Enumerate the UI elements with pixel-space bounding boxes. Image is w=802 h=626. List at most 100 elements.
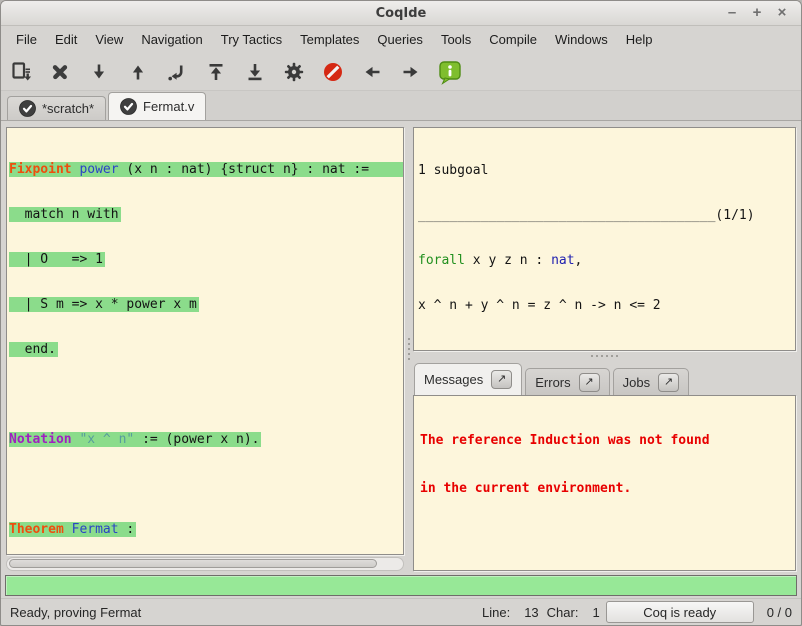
code-keyword: Fixpoint [9, 162, 72, 177]
menu-queries[interactable]: Queries [368, 27, 432, 52]
code-string: "x ^ n" [79, 432, 134, 447]
restart-button[interactable] [202, 58, 229, 85]
menubar: File Edit View Navigation Try Tactics Te… [1, 26, 801, 53]
tab-errors[interactable]: Errors ↗ [525, 368, 609, 395]
goto-end-button[interactable] [241, 58, 268, 85]
close-icon[interactable]: × [773, 4, 791, 22]
interrupt-button[interactable] [319, 58, 346, 85]
restart-icon [204, 60, 228, 84]
menu-navigation[interactable]: Navigation [132, 27, 211, 52]
previous-icon [360, 60, 384, 84]
progress-bar [5, 575, 797, 596]
script-editor[interactable]: Fixpoint power (x n : nat) {struct n} : … [6, 127, 404, 555]
tab-label: Messages [424, 372, 483, 387]
tab-jobs[interactable]: Jobs ↗ [613, 368, 689, 395]
document-tabbar: *scratch* Fermat.v [1, 91, 801, 120]
interrupt-icon [321, 60, 345, 84]
fully-check-icon [282, 60, 306, 84]
minimize-icon[interactable]: – [723, 4, 741, 22]
detach-button[interactable]: ↗ [491, 370, 512, 389]
statusbar: Ready, proving Fermat Line: 13 Char: 1 C… [1, 598, 801, 625]
menu-try-tactics[interactable]: Try Tactics [212, 27, 291, 52]
tab-fermat[interactable]: Fermat.v [108, 92, 206, 120]
message-tabbar: Messages ↗ Errors ↗ Jobs ↗ [413, 360, 796, 395]
check-icon [120, 98, 137, 115]
previous-button[interactable] [358, 58, 385, 85]
scrollbar-thumb[interactable] [9, 559, 377, 568]
step-forward-button[interactable] [85, 58, 112, 85]
menu-tools[interactable]: Tools [432, 27, 480, 52]
goal-statement: x ^ n + y ^ n = z ^ n -> n <= 2 [418, 298, 791, 313]
coq-status-label: Coq is ready [643, 605, 716, 620]
toolbar [1, 53, 801, 91]
maximize-icon[interactable]: + [748, 4, 766, 22]
goto-cursor-icon [165, 60, 189, 84]
goal-counter: (1/1) [715, 208, 754, 223]
progress-row [1, 573, 801, 598]
step-backward-icon [126, 60, 150, 84]
main-area: Fixpoint power (x n : nat) {struct n} : … [1, 120, 801, 573]
status-right: Line: 13 Char: 1 Coq is ready 0 / 0 [482, 601, 792, 623]
close-icon [48, 60, 72, 84]
tab-label: Errors [535, 375, 570, 390]
menu-file[interactable]: File [7, 27, 46, 52]
script-pane: Fixpoint power (x n : nat) {struct n} : … [6, 127, 404, 571]
status-message: Ready, proving Fermat [10, 605, 482, 620]
goal-keyword: forall [418, 253, 465, 268]
tab-label: Fermat.v [143, 99, 194, 114]
error-message-line: in the current environment. [420, 481, 789, 497]
coqide-window: CoqIde – + × File Edit View Navigation T… [0, 0, 802, 626]
check-icon [19, 100, 36, 117]
detach-icon: ↗ [497, 374, 506, 385]
menu-templates[interactable]: Templates [291, 27, 368, 52]
proof-pane: 1 subgoal ______________________________… [413, 127, 796, 571]
step-backward-button[interactable] [124, 58, 151, 85]
detach-icon: ↗ [664, 377, 673, 388]
char-value: 1 [592, 605, 599, 620]
subgoal-count: 1 subgoal [418, 163, 791, 178]
tab-label: Jobs [623, 375, 650, 390]
save-button[interactable] [7, 58, 34, 85]
horizontal-scrollbar[interactable] [6, 557, 404, 571]
menu-view[interactable]: View [86, 27, 132, 52]
fully-check-button[interactable] [280, 58, 307, 85]
save-icon [9, 60, 33, 84]
goal-type: nat [551, 253, 574, 268]
close-buffer-button[interactable] [46, 58, 73, 85]
menu-help[interactable]: Help [617, 27, 662, 52]
menu-compile[interactable]: Compile [480, 27, 546, 52]
horizontal-splitter[interactable] [413, 351, 796, 360]
vertical-splitter[interactable] [404, 127, 413, 571]
menu-edit[interactable]: Edit [46, 27, 86, 52]
code-ident: Fermat [72, 522, 119, 537]
code-keyword: Theorem [9, 522, 64, 537]
tab-scratch[interactable]: *scratch* [7, 96, 106, 120]
menu-windows[interactable]: Windows [546, 27, 617, 52]
window-controls: – + × [723, 4, 801, 22]
detach-button[interactable]: ↗ [579, 373, 600, 392]
next-icon [399, 60, 423, 84]
code-ident: power [79, 162, 118, 177]
messages-panel: The reference Induction was not found in… [413, 395, 796, 571]
about-icon [437, 59, 463, 85]
step-forward-icon [87, 60, 111, 84]
titlebar[interactable]: CoqIde – + × [1, 1, 801, 26]
tab-label: *scratch* [42, 101, 94, 116]
error-message-line: The reference Induction was not found [420, 433, 789, 449]
line-label: Line: [482, 605, 510, 620]
goal-separator: ______________________________________ [418, 208, 715, 223]
goto-end-icon [243, 60, 267, 84]
goals-panel: 1 subgoal ______________________________… [413, 127, 796, 351]
tab-messages[interactable]: Messages ↗ [414, 363, 522, 395]
goto-cursor-button[interactable] [163, 58, 190, 85]
line-value: 13 [524, 605, 538, 620]
worker-counter: 0 / 0 [767, 605, 792, 620]
next-button[interactable] [397, 58, 424, 85]
window-title: CoqIde [1, 6, 801, 21]
coq-status-button[interactable]: Coq is ready [606, 601, 754, 623]
code-keyword: Notation [9, 432, 72, 447]
about-button[interactable] [436, 58, 463, 85]
detach-button[interactable]: ↗ [658, 373, 679, 392]
char-label: Char: [547, 605, 579, 620]
detach-icon: ↗ [585, 377, 594, 388]
